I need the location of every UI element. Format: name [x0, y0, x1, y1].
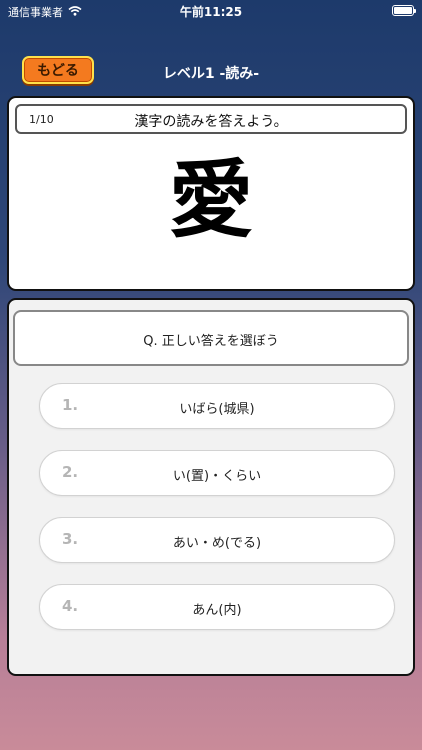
question-card: 1/10 漢字の読みを答えよう。 愛 — [7, 96, 415, 291]
choice-button-1[interactable]: 1. いばら(城県) — [39, 383, 395, 429]
nav-bar: もどる レベル1 -読み- — [0, 50, 422, 90]
prompt-text: 漢字の読みを答えよう。 — [134, 114, 288, 130]
choice-text: い(置)・くらい — [172, 469, 262, 484]
kanji-character: 愛 — [168, 151, 253, 249]
choice-text: いばら(城県) — [179, 402, 255, 417]
page-title: レベル1 -読み- — [162, 66, 260, 82]
choice-button-2[interactable]: 2. い(置)・くらい — [39, 450, 395, 496]
choice-text: あん(内) — [192, 603, 242, 618]
instruction-bar: Q. 正しい答えを選ぼう — [13, 310, 409, 366]
choice-button-4[interactable]: 4. あん(内) — [39, 584, 395, 630]
choice-text: あい・め(でる) — [172, 536, 262, 551]
choice-button-3[interactable]: 3. あい・め(でる) — [39, 517, 395, 563]
battery-icon — [392, 5, 416, 16]
instruction-text: Q. 正しい答えを選ぼう — [143, 334, 279, 349]
status-bar: 通信事業者 午前11:25 — [0, 0, 422, 22]
status-time: 午前11:25 — [179, 5, 243, 19]
answer-panel: Q. 正しい答えを選ぼう 1. いばら(城県) 2. い(置)・くらい 3. あ… — [7, 298, 415, 676]
prompt-bar: 1/10 漢字の読みを答えよう。 — [15, 104, 407, 134]
